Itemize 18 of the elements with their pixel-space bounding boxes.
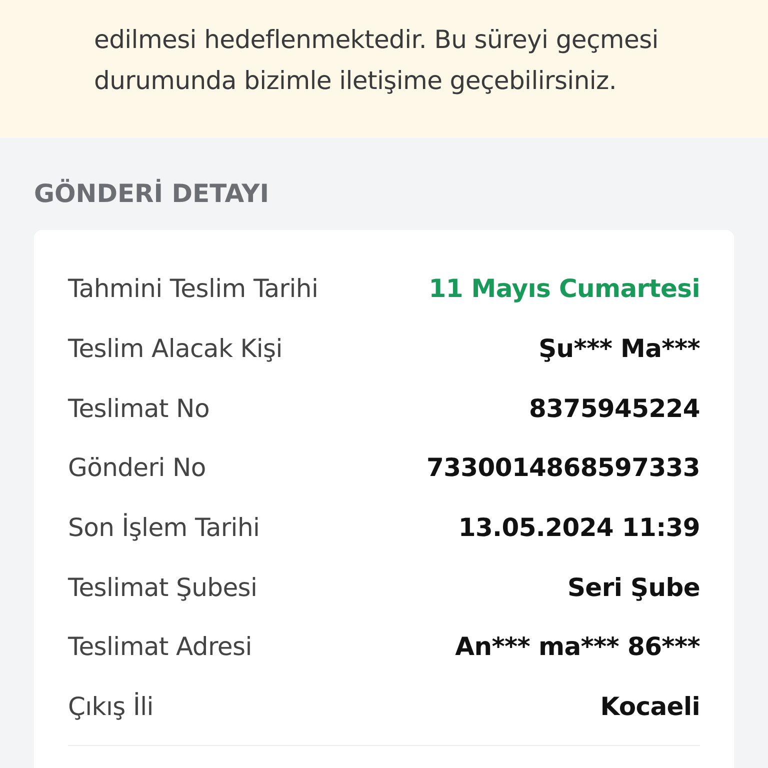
detail-label: Teslimat Adresi: [68, 632, 252, 662]
detail-value: Şu*** Ma***: [538, 334, 700, 364]
detail-label: Tahmini Teslim Tarihi: [68, 274, 318, 304]
detail-label: Teslim Alacak Kişi: [68, 334, 282, 364]
detail-value: 8375945224: [529, 394, 700, 423]
detail-value: Kocaeli: [600, 692, 700, 722]
detail-value: Seri Şube: [567, 572, 700, 602]
detail-value: 11 Mayıs Cumartesi: [428, 274, 700, 304]
section-title: GÖNDERİ DETAYI: [34, 178, 270, 210]
detail-label: Çıkış İli: [68, 692, 154, 722]
detail-value: 7330014868597333: [426, 453, 700, 482]
detail-value: An*** ma*** 86***: [455, 632, 700, 662]
detail-label: Son İşlem Tarihi: [68, 513, 260, 542]
detail-label: Gönderi No: [68, 453, 206, 482]
detail-label: Teslimat No: [68, 394, 210, 423]
detail-label: Teslimat Şubesi: [68, 572, 258, 602]
detail-value: 13.05.2024 11:39: [458, 513, 700, 542]
notice-text: edilmesi hedeflenmektedir. Bu süreyi geçmesi durumunda bizimle iletişime geçebilirsiniz.: [94, 24, 660, 97]
